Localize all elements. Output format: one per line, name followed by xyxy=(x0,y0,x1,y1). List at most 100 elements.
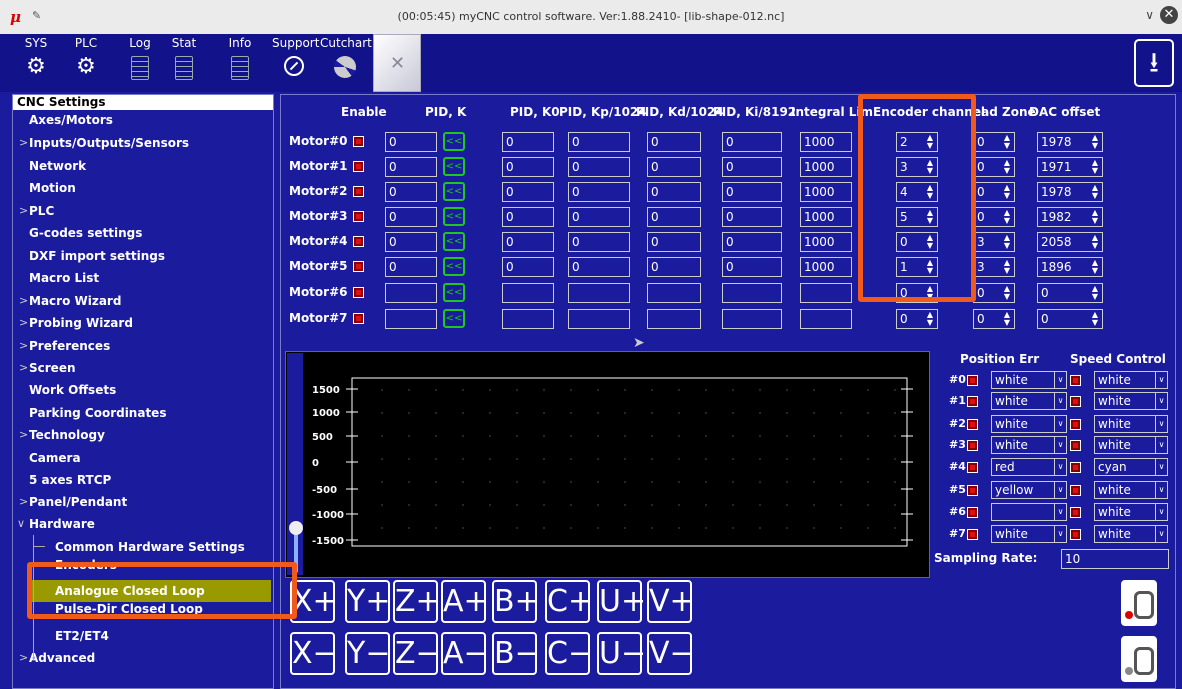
dead-zone-spinbox[interactable]: 0 ▲ ▼ xyxy=(973,309,1015,329)
enable-checkbox[interactable] xyxy=(353,313,364,324)
chevron-down-icon[interactable]: ∨ xyxy=(1155,459,1167,475)
jog-v-plus-button[interactable]: V+ xyxy=(647,580,695,623)
spin-arrows-icon[interactable]: ▲ ▼ xyxy=(927,285,933,301)
chevron-down-icon[interactable]: ∨ xyxy=(1155,416,1167,432)
pid-k0-input[interactable]: 0 xyxy=(502,182,554,202)
pid-ki-input[interactable]: 0 xyxy=(722,232,782,252)
jog-c-plus-button[interactable]: C+ xyxy=(545,580,593,623)
pid-ki-input[interactable] xyxy=(722,283,782,303)
pid-kp-input[interactable]: 0 xyxy=(568,232,630,252)
pid-k0-input[interactable] xyxy=(502,283,554,303)
integral-limit-input[interactable]: 1000 xyxy=(800,182,852,202)
sidebar-item-advanced[interactable]: > Advanced xyxy=(13,647,271,669)
pid-copy-button[interactable]: << xyxy=(443,257,465,276)
chevron-right-icon[interactable]: > xyxy=(19,424,28,446)
dead-zone-spinbox[interactable]: 3 ▲ ▼ xyxy=(973,257,1015,277)
jog-y-plus-button[interactable]: Y+ xyxy=(345,580,390,623)
spin-arrows-icon[interactable]: ▲ ▼ xyxy=(1092,184,1098,200)
sidebar-item-g-codes-settings[interactable]: G-codes settings xyxy=(13,222,271,244)
dac-offset-spinbox[interactable]: 1978 ▲ ▼ xyxy=(1037,132,1103,152)
chevron-down-icon[interactable]: ∨ xyxy=(1054,437,1066,453)
pid-k0-input[interactable]: 0 xyxy=(502,232,554,252)
pid-k-input[interactable]: 0 xyxy=(385,207,437,227)
position-err-checkbox[interactable] xyxy=(967,507,978,518)
toolbar-sys-button[interactable]: SYS ⚙ xyxy=(18,34,54,92)
speed-control-checkbox[interactable] xyxy=(1070,462,1081,473)
jog-a-minus-button[interactable]: A− xyxy=(441,632,489,675)
toolbar-info-button[interactable]: Info xyxy=(222,34,258,92)
chevron-down-icon[interactable]: ∨ xyxy=(1155,482,1167,498)
chevron-down-icon[interactable]: ∨ xyxy=(1054,393,1066,409)
spin-arrows-icon[interactable]: ▲ ▼ xyxy=(1092,285,1098,301)
pid-k-input[interactable]: 0 xyxy=(385,182,437,202)
chevron-down-icon[interactable]: ∨ xyxy=(1054,526,1066,542)
integral-limit-input[interactable]: 1000 xyxy=(800,257,852,277)
sidebar-item-probing-wizard[interactable]: > Probing Wizard xyxy=(13,312,271,334)
spindle-jog-alt-icon[interactable] xyxy=(1121,636,1157,682)
chevron-right-icon[interactable]: > xyxy=(19,647,28,669)
spin-arrows-icon[interactable]: ▲ ▼ xyxy=(927,184,933,200)
pid-kp-input[interactable] xyxy=(568,309,630,329)
chevron-down-icon[interactable]: ∨ xyxy=(1155,526,1167,542)
speed-control-color-select[interactable]: white ∨ xyxy=(1094,503,1168,521)
dead-zone-spinbox[interactable]: 0 ▲ ▼ xyxy=(973,157,1015,177)
jog-x-plus-button[interactable]: X+ xyxy=(290,580,338,623)
chevron-right-icon[interactable]: > xyxy=(19,491,28,513)
sidebar-item-common-hardware-settings[interactable]: Common Hardware Settings xyxy=(27,536,271,558)
dac-offset-spinbox[interactable]: 1971 ▲ ▼ xyxy=(1037,157,1103,177)
sidebar-item-axes-motors[interactable]: Axes/Motors xyxy=(13,109,271,131)
position-err-color-select[interactable]: yellow ∨ xyxy=(991,481,1067,499)
jog-y-minus-button[interactable]: Y− xyxy=(345,632,390,675)
pid-k-input[interactable]: 0 xyxy=(385,232,437,252)
pid-copy-button[interactable]: << xyxy=(443,207,465,226)
chevron-right-icon[interactable]: > xyxy=(19,200,28,222)
pid-k0-input[interactable]: 0 xyxy=(502,132,554,152)
pid-ki-input[interactable] xyxy=(722,309,782,329)
speed-control-color-select[interactable]: white ∨ xyxy=(1094,392,1168,410)
pid-kd-input[interactable]: 0 xyxy=(647,232,701,252)
pid-kp-input[interactable] xyxy=(568,283,630,303)
dead-zone-spinbox[interactable]: 0 ▲ ▼ xyxy=(973,182,1015,202)
chevron-right-icon[interactable]: > xyxy=(19,312,28,334)
position-err-color-select[interactable]: white ∨ xyxy=(991,525,1067,543)
jog-b-minus-button[interactable]: B− xyxy=(492,632,540,675)
encoder-channel-spinbox[interactable]: 5 ▲ ▼ xyxy=(896,207,938,227)
chevron-down-icon[interactable]: ∨ xyxy=(1155,393,1167,409)
spin-arrows-icon[interactable]: ▲ ▼ xyxy=(1004,159,1010,175)
chevron-down-icon[interactable]: ∨ xyxy=(1054,416,1066,432)
speed-control-checkbox[interactable] xyxy=(1070,396,1081,407)
encoder-channel-spinbox[interactable]: 1 ▲ ▼ xyxy=(896,257,938,277)
chevron-down-icon[interactable]: ∨ xyxy=(1155,437,1167,453)
pid-ki-input[interactable]: 0 xyxy=(722,182,782,202)
spin-arrows-icon[interactable]: ▲ ▼ xyxy=(1092,259,1098,275)
pid-kp-input[interactable]: 0 xyxy=(568,157,630,177)
encoder-channel-spinbox[interactable]: 2 ▲ ▼ xyxy=(896,132,938,152)
chevron-down-icon[interactable]: ∨ xyxy=(1155,504,1167,520)
position-err-color-select[interactable]: white ∨ xyxy=(991,436,1067,454)
chevron-right-icon[interactable]: > xyxy=(19,357,28,379)
pid-k0-input[interactable]: 0 xyxy=(502,207,554,227)
jog-x-minus-button[interactable]: X− xyxy=(290,632,338,675)
spin-arrows-icon[interactable]: ▲ ▼ xyxy=(927,159,933,175)
sidebar-item-analogue-closed-loop[interactable]: Analogue Closed Loop xyxy=(27,580,271,602)
spin-arrows-icon[interactable]: ▲ ▼ xyxy=(927,259,933,275)
integral-limit-input[interactable]: 1000 xyxy=(800,132,852,152)
pid-kd-input[interactable]: 0 xyxy=(647,132,701,152)
pid-kd-input[interactable] xyxy=(647,283,701,303)
sidebar-item-motion[interactable]: Motion xyxy=(13,177,271,199)
toolbar-log-button[interactable]: Log xyxy=(122,34,158,92)
dac-offset-spinbox[interactable]: 1978 ▲ ▼ xyxy=(1037,182,1103,202)
sidebar-item-5-axes-rtcp[interactable]: 5 axes RTCP xyxy=(13,469,271,491)
integral-limit-input[interactable]: 1000 xyxy=(800,207,852,227)
encoder-channel-spinbox[interactable]: 0 ▲ ▼ xyxy=(896,309,938,329)
spin-arrows-icon[interactable]: ▲ ▼ xyxy=(1092,134,1098,150)
enable-checkbox[interactable] xyxy=(353,186,364,197)
pid-kp-input[interactable]: 0 xyxy=(568,257,630,277)
chevron-down-icon[interactable]: ∨ xyxy=(1054,482,1066,498)
speed-control-color-select[interactable]: white ∨ xyxy=(1094,436,1168,454)
pid-copy-button[interactable]: << xyxy=(443,232,465,251)
pid-kp-input[interactable]: 0 xyxy=(568,207,630,227)
sidebar-item-network[interactable]: Network xyxy=(13,155,271,177)
spin-arrows-icon[interactable]: ▲ ▼ xyxy=(927,234,933,250)
spin-arrows-icon[interactable]: ▲ ▼ xyxy=(927,311,933,327)
